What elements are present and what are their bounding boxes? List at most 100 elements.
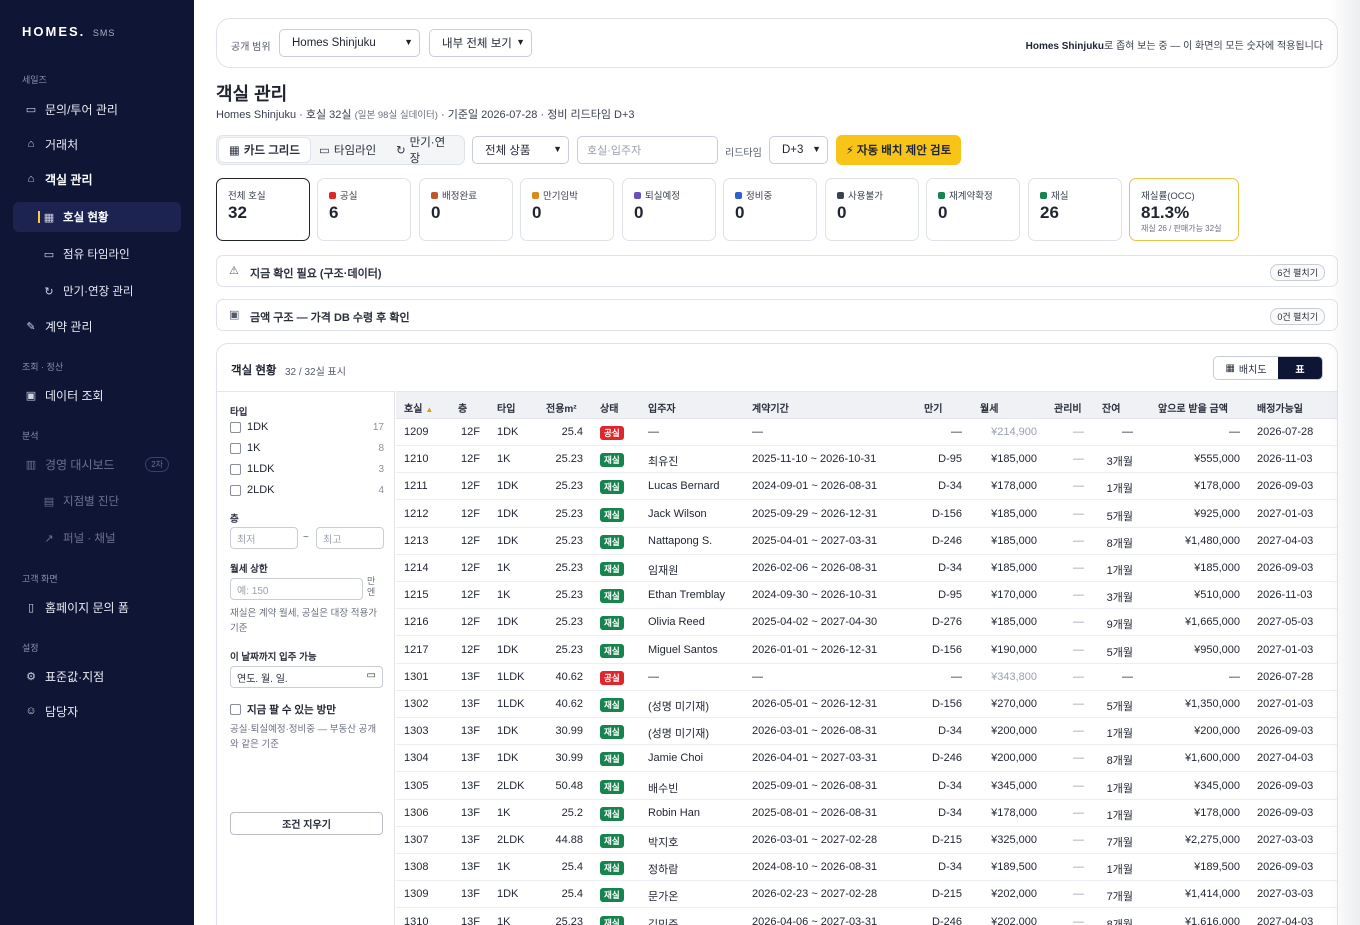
cell-tenant: Miguel Santos (648, 643, 718, 656)
column-header-assignable-date[interactable]: 배정가능일 (1257, 400, 1303, 415)
alert-price-structure[interactable]: ▣ 금액 구조 — 가격 DB 수령 후 확인 0건 펼치기 (216, 299, 1338, 331)
cell-expiry: D-215 (932, 834, 962, 846)
checkbox[interactable] (230, 704, 241, 715)
sidebar-item-staff[interactable]: ☺ 담당자 (13, 696, 181, 726)
column-header-contract-period[interactable]: 계약기간 (752, 400, 789, 415)
search-input[interactable]: 호실·입주자 (577, 136, 718, 164)
checkbox[interactable] (230, 463, 241, 475)
table-row[interactable]: 1209 12F 1DK 25.4 공실 — — — ¥214,900 — — — 2026-07-28 (396, 419, 1337, 446)
sidebar-item-renewals[interactable]: ↻ 만기·연장 관리 (13, 276, 181, 306)
rent-max-input[interactable]: 예: 150 (230, 578, 363, 600)
column-header-floor[interactable]: 층 (458, 400, 467, 415)
sidebar-item-inquiries[interactable]: ▭ 문의/투어 관리 (13, 94, 181, 124)
floor-max-input[interactable]: 최고 (316, 527, 384, 549)
table-row[interactable]: 1308 13F 1K 25.4 재실 정하람 2024-08-10 ~ 2026-08-3… (396, 854, 1337, 882)
tab-timeline[interactable]: ▭ 타임라인 (309, 138, 386, 162)
table-row[interactable]: 1309 13F 1DK 25.4 재실 문가온 2026-02-23 ~ 2027-02-… (396, 881, 1337, 909)
sidebar-item-standards[interactable]: ⚙ 표준값·지점 (13, 661, 181, 691)
stat-vacant[interactable]: 공실 6 (317, 178, 411, 241)
table-row[interactable]: 1307 13F 2LDK 44.88 재실 박지호 2026-03-01 ~ 2027-0… (396, 827, 1337, 854)
sidebar-item-data-lookup[interactable]: ▣ 데이터 조회 (13, 380, 181, 410)
checkbox[interactable] (230, 421, 241, 433)
table-row[interactable]: 1210 12F 1K 25.23 재실 최유진 2025-11-10 ~ 2026-10-… (396, 446, 1337, 474)
table-row[interactable]: 1212 12F 1DK 25.23 재실 Jack Wilson 2025-09-29 ~… (396, 501, 1337, 528)
expand-button[interactable]: 6건 펼치기 (1270, 264, 1325, 281)
stat-unavailable[interactable]: 사용불가 0 (825, 178, 919, 241)
sidebar-item-clients[interactable]: ⌂ 거래처 (13, 129, 181, 159)
view-select[interactable]: 내부 전체 보기 ▼ (429, 29, 532, 57)
column-header-mgmt-fee[interactable]: 관리비 (1054, 400, 1082, 415)
sidebar-item-dashboard[interactable]: ▥ 경영 대시보드 2차 (13, 449, 181, 479)
stat-maintenance[interactable]: 정비중 0 (723, 178, 817, 241)
filter-type-1k[interactable]: 1K 8 (230, 442, 384, 454)
table-row[interactable]: 1310 13F 1K 25.23 재실 김민준 2026-04-06 ~ 2027-03-… (396, 909, 1337, 925)
floor-min-input[interactable]: 최저 (230, 527, 298, 549)
cell-rent: ¥325,000 (991, 834, 1037, 846)
column-header-expiry[interactable]: 만기 (924, 400, 942, 415)
stat-renewal-confirmed[interactable]: 재계약확정 0 (926, 178, 1020, 241)
main-content: 공개 범위 Homes Shinjuku ▼ 내부 전체 보기 ▼ Homes Sh… (194, 0, 1360, 925)
table-row[interactable]: 1217 12F 1DK 25.23 재실 Miguel Santos 2026-01-01… (396, 637, 1337, 664)
column-header-status[interactable]: 상태 (600, 400, 618, 415)
checkbox[interactable] (230, 442, 241, 454)
rent-unit: 만엔 (367, 576, 376, 597)
filter-type-1dk[interactable]: 1DK 17 (230, 421, 384, 433)
stat-expiring[interactable]: 만기임박 0 (520, 178, 614, 241)
movein-date-input[interactable]: 연도. 월. 일. ▭ (230, 666, 383, 688)
table-row[interactable]: 1306 13F 1K 25.2 재실 Robin Han 2025-08-01 ~ 202… (396, 800, 1337, 827)
filter-available-now[interactable]: 지금 팔 수 있는 방만 (230, 702, 384, 717)
table-row[interactable]: 1304 13F 1DK 30.99 재실 Jamie Choi 2026-04-01 ~ … (396, 745, 1337, 773)
sidebar-item-contracts[interactable]: ✎ 계약 관리 (13, 311, 181, 341)
leadtime-select[interactable]: D+3 ▼ (769, 136, 828, 164)
sidebar-item-occupancy-timeline[interactable]: ▭ 점유 타임라인 (13, 239, 181, 269)
auto-assign-button[interactable]: ⚡ 자동 배치 제안 검토 (836, 135, 961, 165)
checkbox[interactable] (230, 484, 241, 496)
table-row[interactable]: 1215 12F 1K 25.23 재실 Ethan Tremblay 2024-09-30… (396, 582, 1337, 610)
cell-type: 1LDK (497, 698, 525, 710)
expand-button[interactable]: 0건 펼치기 (1270, 308, 1325, 325)
branch-select[interactable]: Homes Shinjuku ▼ (279, 29, 420, 57)
table-row[interactable]: 1301 13F 1LDK 40.62 공실 — — — ¥343,800 — — — 2026-07-… (396, 664, 1337, 691)
clear-filters-button[interactable]: 조건 지우기 (230, 812, 383, 835)
cell-tenant: 최유진 (648, 456, 679, 469)
brand-logo[interactable]: HOMES. SMS (22, 24, 115, 39)
stat-assigned[interactable]: 배정완료 0 (419, 178, 513, 241)
sidebar-item-room-status[interactable]: ▦ 호실 현황 (13, 202, 181, 232)
table-row[interactable]: 1216 12F 1DK 25.23 재실 Olivia Reed 2025-04-02 ~… (396, 609, 1337, 637)
column-header-type[interactable]: 타입 (497, 400, 515, 415)
alert-structure-data[interactable]: ⚠ 지금 확인 필요 (구조·데이터) 6건 펼치기 (216, 255, 1338, 287)
column-header-remaining[interactable]: 잔여 (1102, 400, 1120, 415)
sidebar-item-branch-diagnosis[interactable]: ▤ 지점별 진단 (13, 486, 181, 516)
table-row[interactable]: 1305 13F 2LDK 50.48 재실 배수빈 2025-09-01 ~ 2026-0… (396, 773, 1337, 800)
stat-total[interactable]: 전체 호실 32 (216, 178, 310, 241)
column-header-tenant[interactable]: 입주자 (648, 400, 676, 415)
cell-expiry: D-34 (938, 861, 962, 874)
column-header-receivable[interactable]: 앞으로 받을 금액 (1158, 400, 1228, 415)
sidebar-item-web-form[interactable]: ▯ 홈페이지 문의 폼 (13, 592, 181, 622)
table-row[interactable]: 1302 13F 1LDK 40.62 재실 (성명 미기재) 2026-05-01 ~ 2… (396, 691, 1337, 718)
filter-type-2ldk[interactable]: 2LDK 4 (230, 484, 384, 496)
cell-tenant: — (648, 426, 659, 438)
cell-assignable-date: 2027-05-03 (1257, 616, 1314, 629)
column-header-rent[interactable]: 월세 (980, 400, 998, 415)
filter-type-1ldk[interactable]: 1LDK 3 (230, 463, 384, 475)
tab-renewals[interactable]: ↻ 만기·연장 (386, 137, 464, 165)
cell-floor: 13F (461, 670, 480, 683)
tab-card-grid[interactable]: ▦ 카드 그리드 (219, 138, 310, 162)
product-select[interactable]: 전체 상품 ▼ (472, 136, 569, 164)
cell-contract-period: 2024-09-30 ~ 2026-10-31 (752, 589, 878, 602)
table-row[interactable]: 1211 12F 1DK 25.23 재실 Lucas Bernard 2024-09-01… (396, 473, 1337, 501)
column-header-area[interactable]: 전용m² (546, 400, 577, 415)
table-row[interactable]: 1214 12F 1K 25.23 재실 임재원 2026-02-06 ~ 2026-08-… (396, 555, 1337, 582)
stat-occupied[interactable]: 재실 26 (1028, 178, 1122, 241)
cell-rent: ¥178,000 (991, 806, 1037, 819)
sidebar-item-funnel[interactable]: ↗ 퍼널 · 채널 (13, 523, 181, 553)
toggle-table[interactable]: 표 (1278, 357, 1322, 379)
sidebar-item-rooms[interactable]: ⌂ 객실 관리 (13, 164, 181, 194)
toggle-floorplan[interactable]: ▦ 배치도 (1214, 357, 1278, 379)
table-row[interactable]: 1303 13F 1DK 30.99 재실 (성명 미기재) 2026-03-01 ~ 20… (396, 718, 1337, 746)
cell-room-no: 1305 (404, 779, 429, 792)
column-header-room-no[interactable]: 호실 ▲ (404, 400, 433, 415)
stat-move-out[interactable]: 퇴실예정 0 (622, 178, 716, 241)
table-row[interactable]: 1213 12F 1DK 25.23 재실 Nattapong S. 2025-04-01 … (396, 528, 1337, 555)
